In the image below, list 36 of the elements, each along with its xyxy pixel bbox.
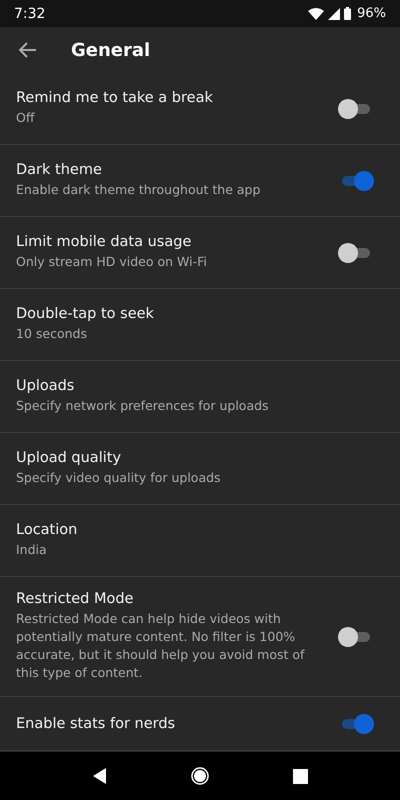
setting-summary: 10 seconds: [16, 325, 88, 343]
setting-title: Dark theme: [16, 162, 103, 178]
setting-item[interactable]: Dark theme Enable dark theme throughout the app: [0, 145, 400, 217]
wifi-icon: [308, 8, 324, 20]
setting-title: Upload quality: [16, 450, 122, 466]
setting-title: Limit mobile data usage: [16, 234, 192, 250]
setting-summary: Restricted Mode can help hide videos with potentially mature content. No filter is 100% accurate, but it should help you avoid most of this type of content.: [16, 610, 306, 682]
setting-summary: Only stream HD video on Wi-Fi: [16, 253, 208, 271]
setting-title: Location: [16, 522, 78, 538]
setting-title: Remind me to take a break: [16, 90, 214, 106]
page-title: General: [71, 40, 150, 60]
battery-icon: [344, 7, 352, 20]
setting-summary: Off: [16, 109, 36, 127]
setting-summary: Specify network preferences for uploads: [16, 397, 270, 415]
battery-percent: 96%: [357, 6, 386, 21]
setting-item[interactable]: Limit mobile data usage Only stream HD video on Wi-Fi: [0, 217, 400, 289]
setting-item[interactable]: Location India: [0, 505, 400, 577]
setting-item[interactable]: Restricted Mode Restricted Mode can help hide videos with potentially mature content. No filter is 100% accurate, but it should help you avoid most of this type of content.: [0, 577, 400, 697]
setting-summary: Enable dark theme throughout the app: [16, 181, 262, 199]
status-time: 7:32: [14, 6, 46, 22]
setting-summary: Specify video quality for uploads: [16, 469, 222, 487]
setting-item[interactable]: Upload quality Specify video quality for uploads: [0, 433, 400, 505]
back-nav-icon[interactable]: [92, 768, 108, 784]
setting-summary: India: [16, 541, 48, 559]
setting-item[interactable]: Uploads Specify network preferences for uploads: [0, 361, 400, 433]
recents-icon[interactable]: [293, 768, 308, 784]
signal-icon: [328, 8, 340, 20]
setting-title: Uploads: [16, 378, 76, 394]
setting-item[interactable]: Double-tap to seek 10 seconds: [0, 289, 400, 361]
setting-title: Enable stats for nerds: [16, 716, 176, 732]
home-icon[interactable]: [191, 767, 210, 785]
setting-item[interactable]: Enable stats for nerds: [0, 697, 400, 751]
setting-item[interactable]: Remind me to take a break Off: [0, 73, 400, 145]
setting-title: Double-tap to seek: [16, 306, 155, 322]
setting-title: Restricted Mode: [16, 591, 134, 607]
back-icon[interactable]: [19, 42, 37, 58]
